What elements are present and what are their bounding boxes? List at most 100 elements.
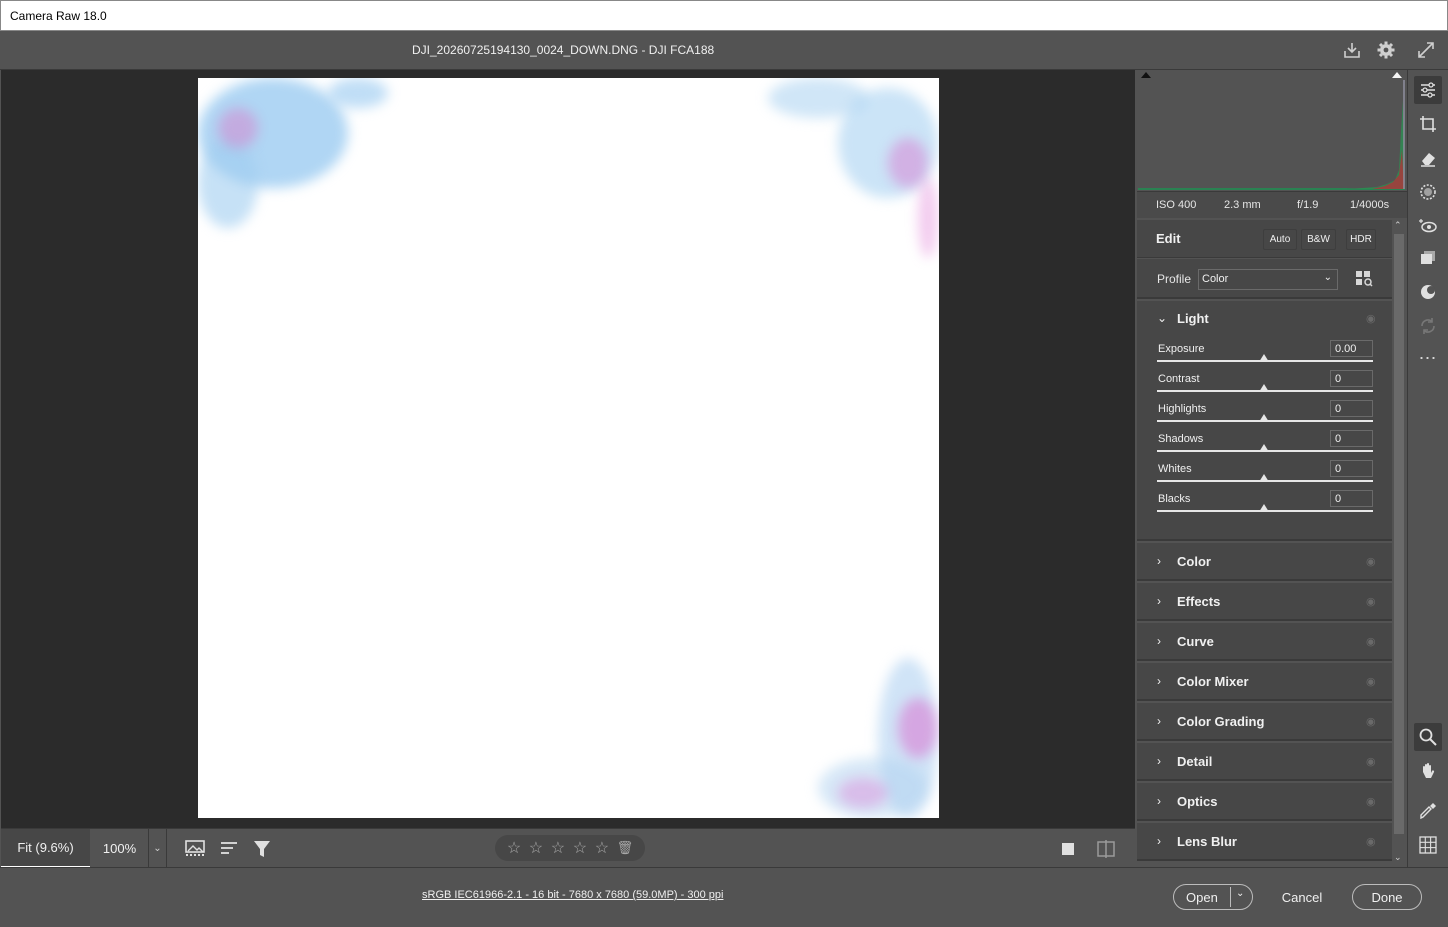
presets-icon[interactable] (1414, 278, 1442, 306)
star-icon[interactable]: ☆ (595, 838, 609, 858)
status-bar: sRGB IEC61966-2.1 - 16 bit - 7680 x 7680… (0, 867, 1448, 927)
bw-button[interactable]: B&W (1301, 229, 1336, 250)
slider-knob[interactable] (1259, 444, 1269, 452)
star-icon[interactable]: ☆ (551, 838, 565, 858)
eyedropper-icon[interactable] (1414, 797, 1442, 825)
section-effects[interactable]: › Effects ◉ (1137, 583, 1392, 621)
canvas-toolbar: Fit (9.6%) 100% ⌄ ☆ ☆ ☆ ☆ ☆ 🗑 (1, 828, 1135, 868)
workflow-options-link[interactable]: sRGB IEC61966-2.1 - 16 bit - 7680 x 7680… (422, 889, 723, 901)
done-button[interactable]: Done (1352, 884, 1422, 910)
section-title: Optics (1177, 794, 1218, 809)
chevron-down-icon[interactable]: ⌄ (1157, 311, 1167, 325)
eye-icon[interactable]: ◉ (1366, 675, 1376, 688)
scroll-down-icon[interactable]: ⌄ (1394, 852, 1402, 863)
slider-knob[interactable] (1259, 414, 1269, 422)
contrast-slider[interactable]: Contrast 0 (1137, 369, 1392, 399)
exposure-slider[interactable]: Exposure 0.00 (1137, 339, 1392, 369)
filter-icon[interactable] (249, 837, 277, 861)
hdr-button[interactable]: HDR (1346, 229, 1376, 250)
slider-value-input[interactable]: 0 (1330, 490, 1373, 507)
zoom-100-button[interactable]: 100% (91, 829, 149, 868)
section-title: Color (1177, 554, 1211, 569)
single-view-icon[interactable] (1054, 837, 1082, 861)
slider-knob[interactable] (1259, 504, 1269, 512)
chevron-right-icon: › (1157, 714, 1161, 728)
sync-icon[interactable] (1414, 312, 1442, 340)
crop-icon[interactable] (1414, 110, 1442, 138)
section-lens-blur[interactable]: › Lens Blur ◉ (1137, 823, 1392, 861)
highlights-slider[interactable]: Highlights 0 (1137, 399, 1392, 429)
chevron-right-icon: › (1157, 594, 1161, 608)
scrollbar-thumb[interactable] (1394, 234, 1404, 834)
image-canvas[interactable] (1, 70, 1135, 828)
fullscreen-icon[interactable] (1414, 39, 1438, 61)
edit-sliders-icon[interactable] (1414, 76, 1442, 104)
eye-icon[interactable]: ◉ (1366, 835, 1376, 848)
open-button[interactable]: Open ⌄ (1173, 884, 1253, 910)
section-title: Curve (1177, 634, 1214, 649)
red-eye-icon[interactable] (1414, 212, 1442, 240)
eye-icon[interactable]: ◉ (1366, 795, 1376, 808)
section-title: Color Grading (1177, 714, 1265, 729)
zoom-fit-button[interactable]: Fit (9.6%) (1, 829, 90, 868)
section-color[interactable]: › Color ◉ (1137, 543, 1392, 581)
eye-icon[interactable]: ◉ (1366, 555, 1376, 568)
edit-panel[interactable]: Edit Auto B&W HDR Profile Color ⌄ ⌄ Ligh… (1137, 220, 1392, 867)
slider-value-input[interactable]: 0 (1330, 400, 1373, 417)
rating-stars[interactable]: ☆ ☆ ☆ ☆ ☆ 🗑 (495, 835, 645, 861)
trash-icon[interactable]: 🗑 (617, 840, 634, 856)
image-preview[interactable] (198, 78, 939, 818)
slider-knob[interactable] (1259, 384, 1269, 392)
profile-browser-icon[interactable] (1355, 270, 1373, 291)
eye-icon[interactable]: ◉ (1366, 312, 1376, 325)
section-color-grading[interactable]: › Color Grading ◉ (1137, 703, 1392, 741)
eraser-icon[interactable] (1414, 144, 1442, 172)
slider-value-input[interactable]: 0.00 (1330, 340, 1373, 357)
slider-value-input[interactable]: 0 (1330, 430, 1373, 447)
eye-icon[interactable]: ◉ (1366, 715, 1376, 728)
whites-slider[interactable]: Whites 0 (1137, 459, 1392, 489)
hand-tool-icon[interactable] (1414, 757, 1442, 785)
chevron-right-icon: › (1157, 554, 1161, 568)
eye-icon[interactable]: ◉ (1366, 595, 1376, 608)
star-icon[interactable]: ☆ (529, 838, 543, 858)
snapshots-icon[interactable] (1414, 244, 1442, 272)
filmstrip-icon[interactable] (182, 837, 210, 861)
star-icon[interactable]: ☆ (573, 838, 587, 858)
gear-icon[interactable] (1374, 39, 1398, 61)
profile-row: Profile Color ⌄ (1137, 259, 1392, 299)
open-dropdown-chevron-icon[interactable]: ⌄ (1236, 888, 1244, 899)
open-label: Open (1186, 889, 1218, 905)
profile-select[interactable]: Color ⌄ (1198, 269, 1338, 290)
star-icon[interactable]: ☆ (507, 838, 521, 858)
section-detail[interactable]: › Detail ◉ (1137, 743, 1392, 781)
slider-knob[interactable] (1259, 354, 1269, 362)
section-title: Effects (1177, 594, 1221, 609)
auto-button[interactable]: Auto (1263, 229, 1297, 250)
slider-value-input[interactable]: 0 (1330, 460, 1373, 477)
file-name: DJI_20260725194130_0024_DOWN.DNG - DJI F… (412, 43, 715, 57)
section-optics[interactable]: › Optics ◉ (1137, 783, 1392, 821)
light-title[interactable]: Light (1177, 311, 1209, 326)
before-after-icon[interactable] (1092, 837, 1120, 861)
cancel-button[interactable]: Cancel (1270, 884, 1334, 910)
blacks-slider[interactable]: Blacks 0 (1137, 489, 1392, 519)
edit-title: Edit (1156, 231, 1181, 246)
masking-icon[interactable] (1414, 178, 1442, 206)
sort-icon[interactable] (216, 837, 244, 861)
section-color-mixer[interactable]: › Color Mixer ◉ (1137, 663, 1392, 701)
scroll-up-icon[interactable]: ⌃ (1394, 220, 1402, 231)
grid-icon[interactable] (1414, 831, 1442, 859)
eye-icon[interactable]: ◉ (1366, 635, 1376, 648)
more-options-icon[interactable]: ⋯ (1414, 344, 1442, 372)
panel-scrollbar[interactable]: ⌃ ⌄ (1392, 220, 1406, 867)
aperture-value: f/1.9 (1297, 199, 1319, 211)
zoom-tool-icon[interactable] (1414, 723, 1442, 751)
shadows-slider[interactable]: Shadows 0 (1137, 429, 1392, 459)
slider-value-input[interactable]: 0 (1330, 370, 1373, 387)
save-icon[interactable] (1340, 39, 1364, 61)
zoom-dropdown-chevron-icon[interactable]: ⌄ (149, 829, 167, 868)
slider-knob[interactable] (1259, 474, 1269, 482)
section-curve[interactable]: › Curve ◉ (1137, 623, 1392, 661)
eye-icon[interactable]: ◉ (1366, 755, 1376, 768)
